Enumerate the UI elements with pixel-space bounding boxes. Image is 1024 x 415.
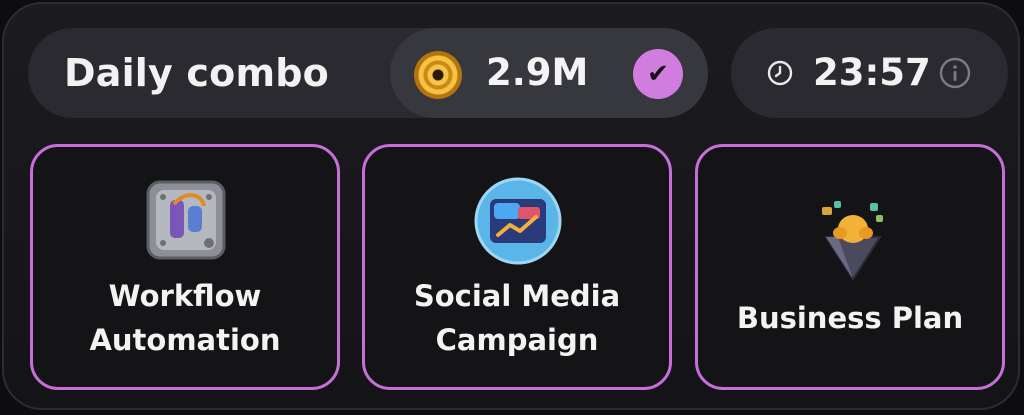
check-icon: ✔	[633, 49, 683, 99]
clock-icon	[767, 60, 793, 86]
info-icon[interactable]	[938, 56, 972, 90]
card-label-line2: Automation	[89, 323, 281, 357]
timer-pill: 23:57	[731, 28, 1008, 118]
daily-combo-title: Daily combo	[64, 51, 329, 95]
reward-pill: 2.9M ✔	[390, 28, 708, 118]
card-label-line1: Workflow	[108, 279, 262, 313]
card-label-line1: Social Media	[413, 279, 621, 313]
reward-amount: 2.9M	[486, 51, 589, 94]
combo-card-social-media-campaign[interactable]: Social Media Campaign	[362, 144, 672, 390]
social-media-campaign-icon	[474, 177, 562, 265]
combo-card-workflow-automation[interactable]: Workflow Automation	[30, 144, 340, 390]
card-label: Business Plan	[736, 301, 964, 335]
coin-icon	[414, 51, 462, 99]
combo-card-business-plan[interactable]: Business Plan	[695, 144, 1005, 390]
workflow-automation-icon	[146, 180, 226, 260]
countdown-timer: 23:57	[813, 51, 931, 94]
daily-combo-pill: Daily combo 2.9M ✔	[28, 28, 708, 118]
daily-combo-panel: Daily combo 2.9M ✔ 23:57 Workflow Automa…	[2, 2, 1020, 410]
business-plan-icon	[822, 201, 883, 281]
card-label-line2: Campaign	[435, 323, 599, 357]
header-row: Daily combo 2.9M ✔ 23:57	[28, 28, 1008, 118]
